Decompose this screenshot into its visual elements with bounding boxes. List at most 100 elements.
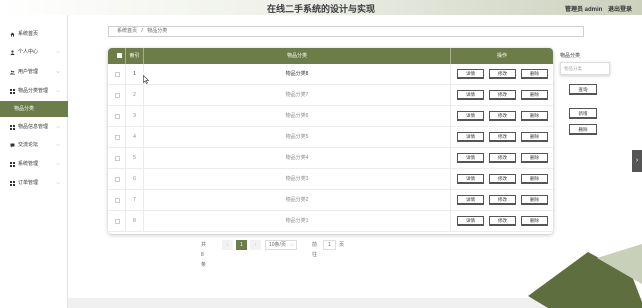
detail-button[interactable]: 详情 — [457, 111, 484, 121]
row-actions: 详情 修改 删除 — [450, 211, 553, 232]
add-button[interactable]: 新增 — [569, 108, 597, 119]
home-icon — [10, 32, 15, 37]
sidebar-item-home[interactable]: 系统首页 — [0, 28, 68, 40]
detail-button[interactable]: 详情 — [457, 132, 484, 142]
sidebar-item-system[interactable]: 系统管理 ⌵ — [0, 158, 68, 170]
row-checkbox[interactable] — [115, 135, 120, 140]
sidebar-subitem-category[interactable]: 物品分类 — [0, 101, 68, 117]
delete-button[interactable]: 删除 — [521, 132, 548, 142]
row-actions: 详情 修改 删除 — [450, 169, 553, 190]
search-input[interactable]: 物品分类 — [560, 62, 610, 75]
sidebar-item-label: 物品分类 — [14, 106, 35, 112]
detail-button[interactable]: 详情 — [457, 174, 484, 184]
sidebar-item-goods-mgmt[interactable]: 物品信息管理 ⌵ — [0, 121, 68, 133]
delete-button[interactable]: 删除 — [521, 90, 548, 100]
detail-button[interactable]: 详情 — [457, 216, 484, 226]
row-name: 物品分类5 — [143, 127, 450, 148]
page-title: 在线二手系统的设计与实现 — [266, 4, 375, 14]
row-actions: 详情 修改 删除 — [450, 190, 553, 211]
breadcrumb-separator: / — [141, 28, 143, 34]
search-button[interactable]: 查询 — [569, 84, 597, 95]
detail-button[interactable]: 详情 — [457, 90, 484, 100]
detail-button[interactable]: 详情 — [457, 153, 484, 163]
delete-button[interactable]: 删除 — [521, 153, 548, 163]
next-page-button[interactable]: › — [250, 240, 261, 250]
row-name: 物品分类1 — [143, 211, 450, 232]
grid-icon — [10, 125, 15, 130]
decorative-triangle-light — [597, 244, 642, 284]
row-checkbox[interactable] — [115, 93, 120, 98]
page-size-select[interactable]: 10条/页 ⌵ — [265, 240, 297, 250]
page-unit-label: 页 — [339, 242, 345, 248]
sidebar-item-users[interactable]: 用户管理 ⌵ — [0, 66, 68, 78]
sidebar-item-label: 系统管理 — [18, 161, 39, 167]
row-checkbox[interactable] — [115, 72, 120, 77]
detail-button[interactable]: 详情 — [457, 69, 484, 79]
pagination-total: 共 8 条 — [201, 242, 207, 268]
goto-label: 前往 — [312, 242, 318, 258]
search-panel: 物品分类 物品分类 查询 新增 删除 — [560, 48, 620, 148]
sidebar-item-profile[interactable]: 个人中心 ⌵ — [0, 46, 68, 58]
chevron-down-icon: ⌵ — [56, 161, 60, 167]
row-index: 2 — [125, 85, 143, 106]
table-row: 6 物品分类3 详情 修改 删除 — [108, 169, 553, 190]
grid-icon — [10, 181, 15, 186]
edit-button[interactable]: 修改 — [489, 153, 516, 163]
search-label: 物品分类 — [560, 53, 581, 59]
row-checkbox[interactable] — [115, 198, 120, 203]
goto-page-input[interactable]: 1 — [323, 240, 336, 250]
sidebar-item-label: 交流论坛 — [18, 142, 39, 148]
row-checkbox[interactable] — [115, 114, 120, 119]
chevron-down-icon: ⌵ — [56, 88, 60, 94]
edit-button[interactable]: 修改 — [489, 69, 516, 79]
logout-link[interactable]: 退出登录 — [608, 7, 632, 13]
select-all-checkbox[interactable] — [113, 48, 125, 64]
row-checkbox[interactable] — [115, 156, 120, 161]
table-row: 7 物品分类2 详情 修改 删除 — [108, 190, 553, 211]
column-header-name: 物品分类 — [143, 48, 450, 64]
table-row: 5 物品分类4 详情 修改 删除 — [108, 148, 553, 169]
breadcrumb: 系统首页 / 物品分类 — [108, 26, 584, 37]
sidebar-item-category-mgmt[interactable]: 物品分类管理 ⌵ — [0, 85, 68, 97]
row-name: 物品分类4 — [143, 148, 450, 169]
row-actions: 详情 修改 删除 — [450, 127, 553, 148]
table-row: 4 物品分类5 详情 修改 删除 — [108, 127, 553, 148]
delete-button[interactable]: 删除 — [521, 174, 548, 184]
prev-page-button[interactable]: ‹ — [222, 240, 233, 250]
sidebar-item-label: 用户管理 — [18, 69, 39, 75]
detail-button[interactable]: 详情 — [457, 195, 484, 205]
delete-button[interactable]: 删除 — [521, 111, 548, 121]
row-checkbox[interactable] — [115, 219, 120, 224]
edit-button[interactable]: 修改 — [489, 132, 516, 142]
grid-icon — [10, 89, 15, 94]
chevron-down-icon: ⌵ — [290, 242, 294, 248]
right-edge-chevron-icon[interactable]: › — [632, 150, 642, 172]
edit-button[interactable]: 修改 — [489, 216, 516, 226]
sidebar-item-orders[interactable]: 订单管理 ⌵ — [0, 177, 68, 189]
chevron-down-icon: ⌵ — [56, 49, 60, 55]
user-area: 管理员 admin 退出登录 — [565, 4, 632, 13]
row-name: 物品分类2 — [143, 190, 450, 211]
delete-button[interactable]: 删除 — [521, 216, 548, 226]
person-icon — [10, 50, 15, 55]
row-checkbox[interactable] — [115, 177, 120, 182]
edit-button[interactable]: 修改 — [489, 195, 516, 205]
sidebar-item-forum[interactable]: 交流论坛 ⌵ — [0, 139, 68, 151]
edit-button[interactable]: 修改 — [489, 111, 516, 121]
page-button-current[interactable]: 1 — [236, 240, 247, 250]
batch-delete-button[interactable]: 删除 — [569, 124, 597, 135]
edit-button[interactable]: 修改 — [489, 90, 516, 100]
breadcrumb-home[interactable]: 系统首页 — [117, 28, 137, 34]
row-index: 7 — [125, 190, 143, 211]
delete-button[interactable]: 删除 — [521, 195, 548, 205]
bottom-strip — [68, 298, 642, 308]
delete-button[interactable]: 删除 — [521, 69, 548, 79]
table-row: 8 物品分类1 详情 修改 删除 — [108, 211, 553, 232]
chevron-down-icon: ⌵ — [56, 124, 60, 130]
row-name: 物品分类3 — [143, 169, 450, 190]
edit-button[interactable]: 修改 — [489, 174, 516, 184]
table-row: 2 物品分类7 详情 修改 删除 — [108, 85, 553, 106]
sidebar: 系统首页 个人中心 ⌵ 用户管理 ⌵ 物品分类管理 ⌵ 物品分类 物品信息管理 … — [0, 15, 68, 308]
row-actions: 详情 修改 删除 — [450, 64, 553, 85]
row-index: 1 — [125, 64, 143, 85]
